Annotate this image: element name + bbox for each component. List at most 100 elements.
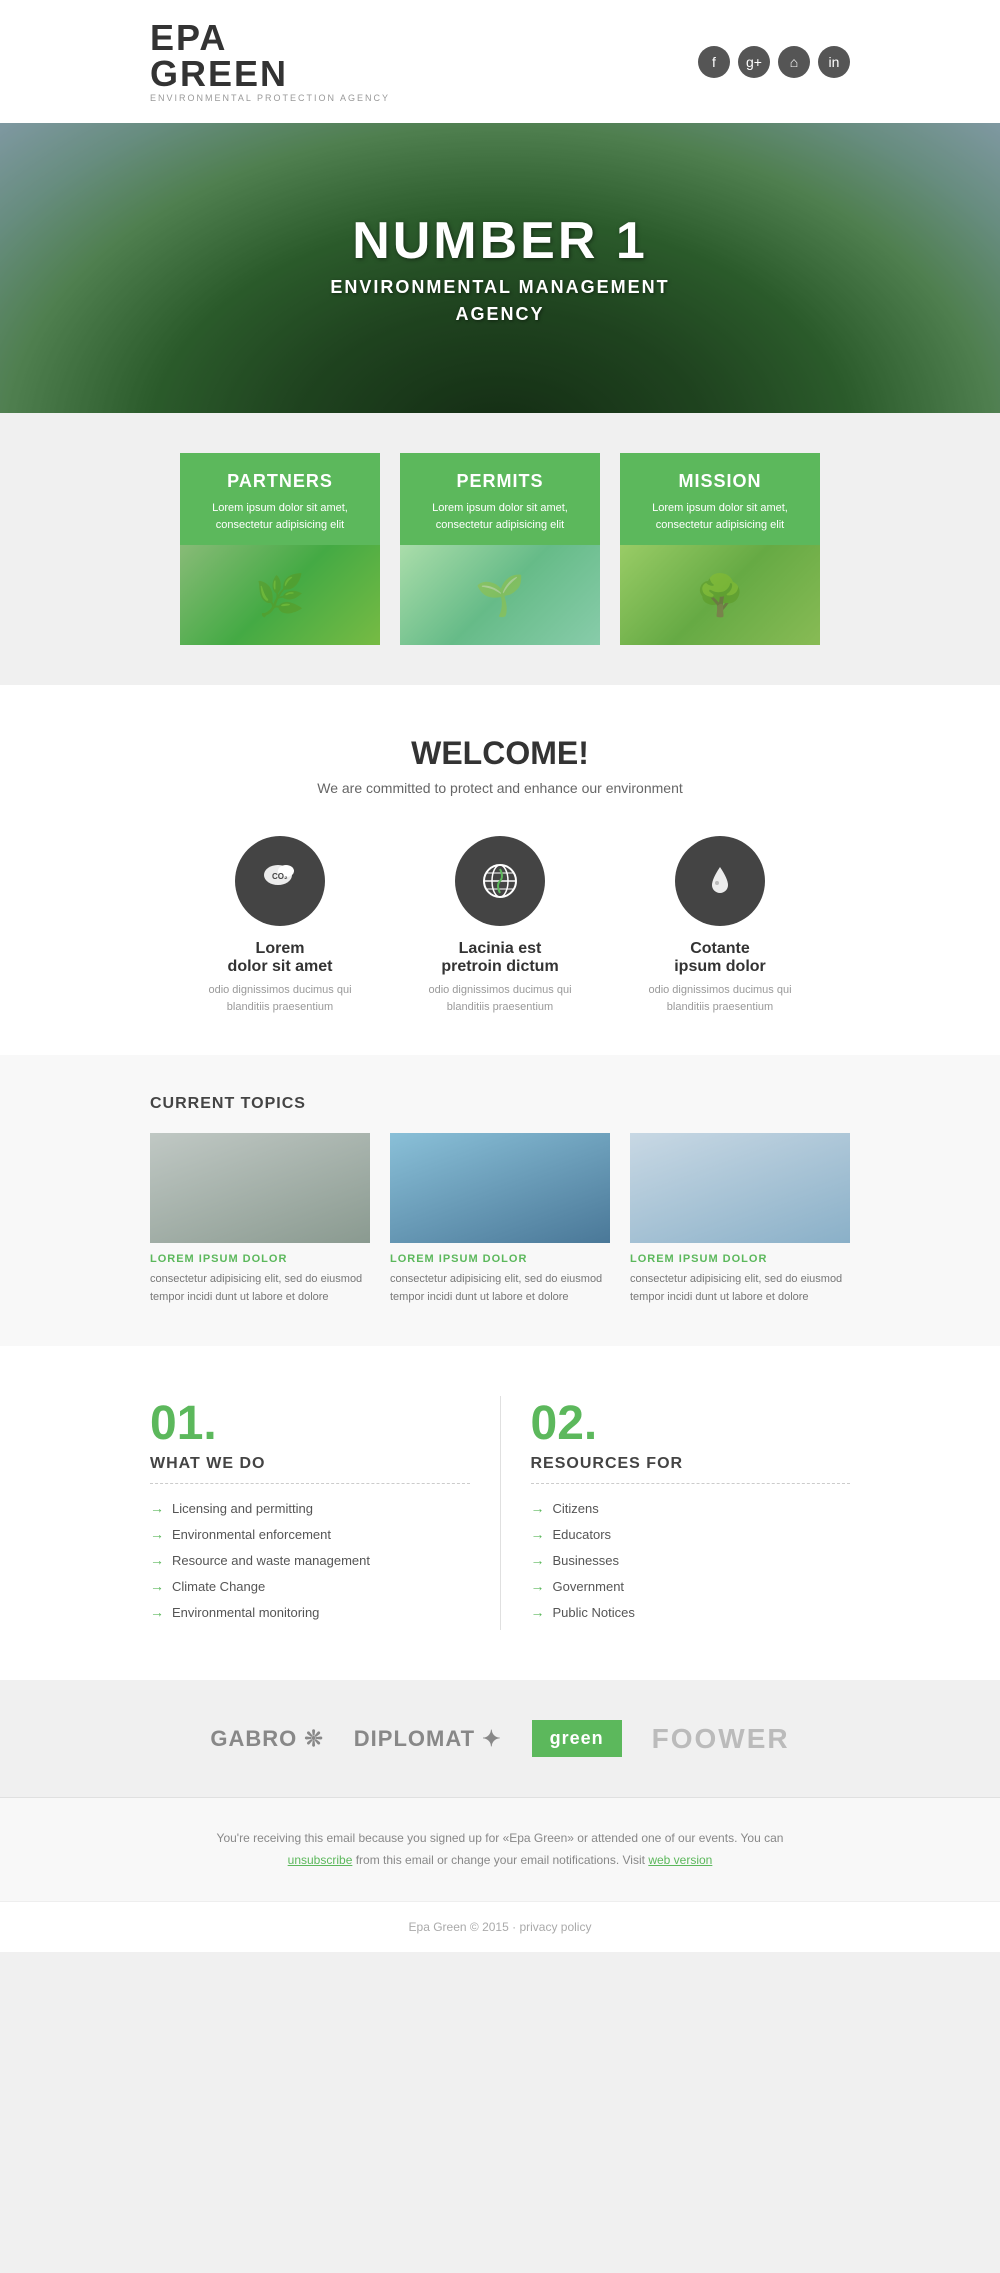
card-permits-title: PERMITS (412, 471, 588, 492)
card-mission-image: 🌳 (620, 545, 820, 645)
topics-section: CURRENT TOPICS LOREM IPSUM DOLOR consect… (0, 1055, 1000, 1346)
arrow-icon: → (531, 1500, 545, 1516)
partner-green: green (532, 1720, 622, 1757)
list-item: →Resource and waste management (150, 1552, 470, 1568)
columns-section: 01. WHAT WE DO →Licensing and permitting… (0, 1346, 1000, 1680)
card-partners-title: PARTNERS (192, 471, 368, 492)
welcome-section: WELCOME! We are committed to protect and… (0, 685, 1000, 1055)
arrow-icon: → (531, 1604, 545, 1620)
globe-icon (455, 836, 545, 926)
list-item: →Public Notices (531, 1604, 851, 1620)
globe-title: Lacinia estpretroin dictum (420, 940, 580, 976)
card-partners: PARTNERS Lorem ipsum dolor sit amet, con… (180, 453, 380, 645)
welcome-icon-water: Cotanteipsum dolor odio dignissimos duci… (640, 836, 800, 1015)
google-plus-icon[interactable]: g+ (738, 46, 770, 78)
rss-icon[interactable]: ⌂ (778, 46, 810, 78)
col-resources-for: 02. RESOURCES FOR →Citizens →Educators →… (501, 1396, 851, 1630)
card-mission: MISSION Lorem ipsum dolor sit amet, cons… (620, 453, 820, 645)
footer-notice-text-before: You're receiving this email because you … (217, 1831, 784, 1845)
col-what-we-do: 01. WHAT WE DO →Licensing and permitting… (150, 1396, 501, 1630)
hero-subtitle-line1: ENVIRONMENTAL MANAGEMENT (330, 277, 669, 298)
card-mission-title: MISSION (632, 471, 808, 492)
list-item: →Government (531, 1578, 851, 1594)
topic-link-1[interactable]: LOREM IPSUM DOLOR (150, 1253, 370, 1265)
water-desc: odio dignissimos ducimus qui blanditiis … (640, 982, 800, 1015)
globe-desc: odio dignissimos ducimus qui blanditiis … (420, 982, 580, 1015)
topic-desc-1: consectetur adipisicing elit, sed do eiu… (150, 1271, 370, 1306)
card-partners-header: PARTNERS Lorem ipsum dolor sit amet, con… (180, 453, 380, 545)
card-mission-desc: Lorem ipsum dolor sit amet, consectetur … (632, 500, 808, 533)
water-icon (675, 836, 765, 926)
topic-card-2: LOREM IPSUM DOLOR consectetur adipisicin… (390, 1133, 610, 1306)
logo-line2: GREEN (150, 56, 390, 92)
hero-section: NUMBER 1 ENVIRONMENTAL MANAGEMENT AGENCY (0, 123, 1000, 413)
topics-label: CURRENT TOPICS (150, 1095, 850, 1113)
water-title: Cotanteipsum dolor (640, 940, 800, 976)
card-permits-img: 🌱 (400, 545, 600, 645)
hero-title: NUMBER 1 (330, 211, 669, 271)
card-mission-img: 🌳 (620, 545, 820, 645)
footer-bottom: Epa Green © 2015 · privacy policy (0, 1901, 1000, 1952)
card-permits: PERMITS Lorem ipsum dolor sit amet, cons… (400, 453, 600, 645)
arrow-icon: → (150, 1552, 164, 1568)
topic-link-2[interactable]: LOREM IPSUM DOLOR (390, 1253, 610, 1265)
card-partners-desc: Lorem ipsum dolor sit amet, consectetur … (192, 500, 368, 533)
list-item: →Environmental monitoring (150, 1604, 470, 1620)
co2-desc: odio dignissimos ducimus qui blanditiis … (200, 982, 360, 1015)
welcome-title: WELCOME! (150, 735, 850, 772)
arrow-icon: → (150, 1604, 164, 1620)
logo-sub: ENVIRONMENTAL PROTECTION AGENCY (150, 94, 390, 103)
card-partners-image: 🌿 (180, 545, 380, 645)
topic-card-3: LOREM IPSUM DOLOR consectetur adipisicin… (630, 1133, 850, 1306)
card-mission-header: MISSION Lorem ipsum dolor sit amet, cons… (620, 453, 820, 545)
welcome-icon-co2: CO₂ Loremdolor sit amet odio dignissimos… (200, 836, 360, 1015)
topic-image-2 (390, 1133, 610, 1243)
partner-diplomat: DIPLOMAT ✦ (354, 1726, 502, 1752)
arrow-icon: → (150, 1526, 164, 1542)
logo-line1: EPA (150, 20, 390, 56)
hero-content: NUMBER 1 ENVIRONMENTAL MANAGEMENT AGENCY (330, 211, 669, 325)
partner-gabro: GABRO ❊ (210, 1726, 323, 1752)
list-item: →Climate Change (150, 1578, 470, 1594)
footer-notice-text-middle: from this email or change your email not… (356, 1853, 645, 1867)
welcome-icons-row: CO₂ Loremdolor sit amet odio dignissimos… (150, 836, 850, 1015)
card-partners-img: 🌿 (180, 545, 380, 645)
what-we-do-divider (150, 1483, 470, 1484)
card-permits-image: 🌱 (400, 545, 600, 645)
list-item: →Citizens (531, 1500, 851, 1516)
list-item: →Businesses (531, 1552, 851, 1568)
topic-image-3 (630, 1133, 850, 1243)
what-we-do-list: →Licensing and permitting →Environmental… (150, 1500, 470, 1620)
svg-text:CO₂: CO₂ (272, 872, 288, 881)
list-item: →Licensing and permitting (150, 1500, 470, 1516)
list-item: →Educators (531, 1526, 851, 1542)
footer-notice: You're receiving this email because you … (0, 1797, 1000, 1901)
header: EPA GREEN ENVIRONMENTAL PROTECTION AGENC… (0, 0, 1000, 123)
footer-bottom-text: Epa Green © 2015 · privacy policy (409, 1920, 592, 1934)
partner-foower: FOOWER (652, 1723, 790, 1755)
welcome-subtitle: We are committed to protect and enhance … (150, 780, 850, 796)
arrow-icon: → (150, 1500, 164, 1516)
co2-title: Loremdolor sit amet (200, 940, 360, 976)
resources-for-number: 02. (531, 1396, 851, 1451)
topic-card-1: LOREM IPSUM DOLOR consectetur adipisicin… (150, 1133, 370, 1306)
linkedin-icon[interactable]: in (818, 46, 850, 78)
cards-section: PARTNERS Lorem ipsum dolor sit amet, con… (0, 413, 1000, 685)
partners-logos-section: GABRO ❊ DIPLOMAT ✦ green FOOWER (0, 1680, 1000, 1797)
resources-for-list: →Citizens →Educators →Businesses →Govern… (531, 1500, 851, 1620)
welcome-icon-globe: Lacinia estpretroin dictum odio dignissi… (420, 836, 580, 1015)
what-we-do-number: 01. (150, 1396, 470, 1451)
what-we-do-title: WHAT WE DO (150, 1455, 470, 1473)
co2-icon: CO₂ (235, 836, 325, 926)
unsubscribe-link[interactable]: unsubscribe (288, 1853, 353, 1867)
card-permits-header: PERMITS Lorem ipsum dolor sit amet, cons… (400, 453, 600, 545)
card-permits-desc: Lorem ipsum dolor sit amet, consectetur … (412, 500, 588, 533)
logo: EPA GREEN ENVIRONMENTAL PROTECTION AGENC… (150, 20, 390, 103)
web-version-link[interactable]: web version (648, 1853, 712, 1867)
resources-for-divider (531, 1483, 851, 1484)
topic-link-3[interactable]: LOREM IPSUM DOLOR (630, 1253, 850, 1265)
social-icons: f g+ ⌂ in (698, 46, 850, 78)
arrow-icon: → (531, 1552, 545, 1568)
facebook-icon[interactable]: f (698, 46, 730, 78)
topic-image-1 (150, 1133, 370, 1243)
